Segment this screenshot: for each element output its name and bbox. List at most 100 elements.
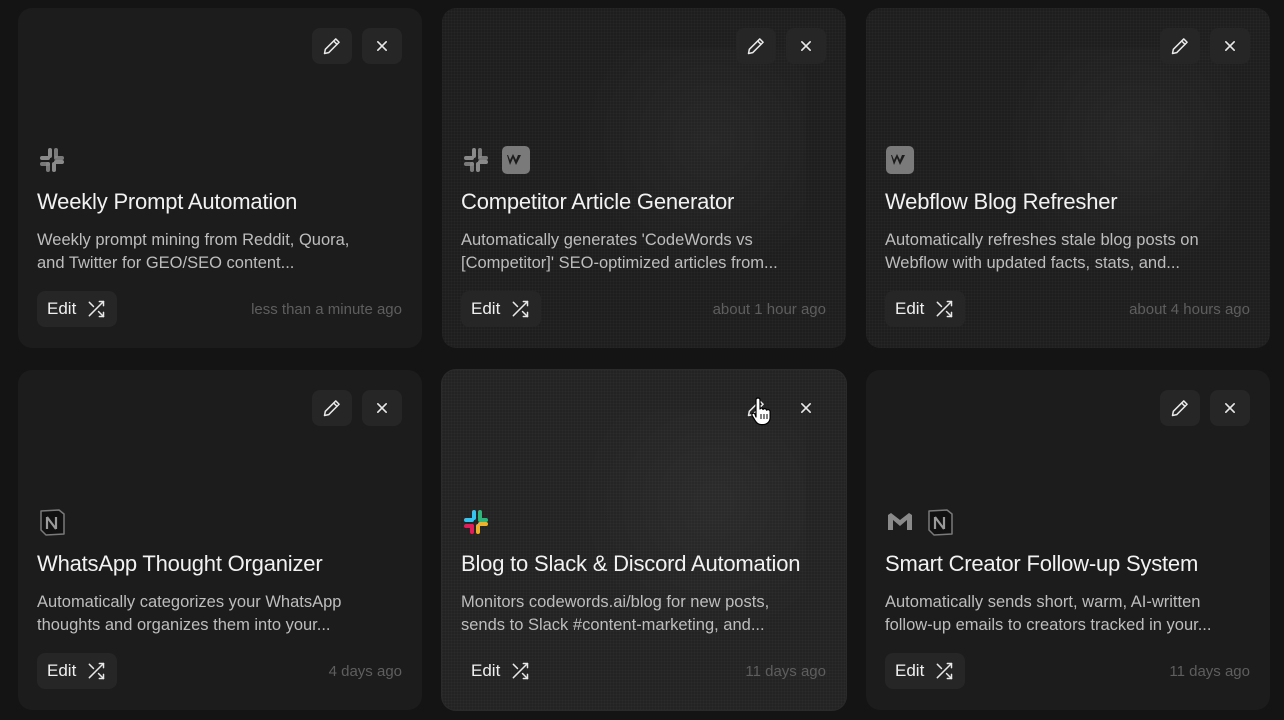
last-updated: about 4 hours ago <box>1129 300 1250 318</box>
card-title: Blog to Slack & Discord Automation <box>461 551 801 576</box>
card-actions <box>736 390 826 426</box>
pencil-icon <box>323 400 340 417</box>
card-description: Monitors codewords.ai/blog for new posts… <box>461 591 806 637</box>
card-actions <box>1160 28 1250 64</box>
card-title: WhatsApp Thought Organizer <box>37 551 323 576</box>
integration-logos <box>885 506 955 538</box>
pencil-icon <box>1171 38 1188 55</box>
edit-button[interactable]: Edit <box>461 653 541 689</box>
rename-button[interactable] <box>1160 28 1200 64</box>
delete-button[interactable] <box>1210 390 1250 426</box>
description-line: thoughts and organizes them into your... <box>37 616 331 634</box>
description-line: Monitors codewords.ai/blog for new posts… <box>461 593 770 611</box>
card-title: Weekly Prompt Automation <box>37 189 298 214</box>
description-line: Automatically categorizes your WhatsApp <box>37 593 342 611</box>
description-line: Automatically generates 'CodeWords vs <box>461 231 753 249</box>
automation-card[interactable]: Weekly Prompt Automation Weekly prompt m… <box>18 8 422 348</box>
notion-icon <box>37 507 67 537</box>
edit-label: Edit <box>895 661 925 680</box>
rename-button[interactable] <box>1160 390 1200 426</box>
shuffle-icon <box>512 300 529 318</box>
integration-logos <box>37 506 67 538</box>
last-updated: 11 days ago <box>745 662 826 680</box>
description-line: Automatically refreshes stale blog posts… <box>885 231 1199 249</box>
card-footer: Edit 4 days ago <box>37 653 402 689</box>
edit-label: Edit <box>471 299 501 318</box>
close-icon <box>1225 41 1235 52</box>
edit-label: Edit <box>47 299 77 318</box>
shuffle-icon <box>512 662 529 680</box>
automation-card[interactable]: Webflow Blog Refresher Automatically ref… <box>866 8 1270 348</box>
description-line: follow-up emails to creators tracked in … <box>885 616 1212 634</box>
pencil-icon <box>1171 400 1188 417</box>
automation-card[interactable]: Smart Creator Follow-up System Automatic… <box>866 370 1270 710</box>
description-line: [Competitor]' SEO-optimized articles fro… <box>461 254 778 272</box>
description-line: Weekly prompt mining from Reddit, Quora, <box>37 231 350 249</box>
card-description: Automatically refreshes stale blog posts… <box>885 229 1230 275</box>
card-description: Automatically generates 'CodeWords vs [C… <box>461 229 806 275</box>
card-actions <box>736 28 826 64</box>
edit-button[interactable]: Edit <box>461 291 542 327</box>
card-footer: Edit 11 days ago <box>461 653 826 689</box>
rename-button[interactable] <box>312 28 352 64</box>
slack-color-icon <box>461 507 491 537</box>
shuffle-icon <box>88 300 105 318</box>
card-description: Automatically sends short, warm, AI-writ… <box>885 591 1230 637</box>
card-actions <box>312 390 402 426</box>
description-line: Automatically sends short, warm, AI-writ… <box>885 593 1201 611</box>
edit-label: Edit <box>47 661 77 680</box>
delete-button[interactable] <box>786 28 826 64</box>
card-footer: Edit less than a minute ago <box>37 291 402 327</box>
card-title: Smart Creator Follow-up System <box>885 551 1199 576</box>
automation-grid: Weekly Prompt Automation Weekly prompt m… <box>18 8 1270 710</box>
delete-button[interactable] <box>786 390 826 426</box>
card-actions <box>312 28 402 64</box>
shuffle-icon <box>88 662 105 680</box>
last-updated: less than a minute ago <box>251 300 402 318</box>
slack-mono-icon <box>461 145 491 175</box>
close-icon <box>377 403 387 413</box>
description-line: and Twitter for GEO/SEO content... <box>37 254 295 272</box>
pencil-icon <box>323 38 340 55</box>
last-updated: 11 days ago <box>1169 662 1250 680</box>
webflow-icon <box>501 145 531 175</box>
edit-label: Edit <box>895 299 925 318</box>
delete-button[interactable] <box>362 390 402 426</box>
slack-mono-icon <box>37 145 67 175</box>
automation-card[interactable]: Competitor Article Generator Automatical… <box>442 8 846 348</box>
card-footer: Edit about 4 hours ago <box>885 291 1250 327</box>
close-icon <box>377 41 387 52</box>
edit-button[interactable]: Edit <box>885 291 966 327</box>
shuffle-icon <box>936 662 953 680</box>
delete-button[interactable] <box>1210 28 1250 64</box>
rename-button[interactable] <box>312 390 352 426</box>
card-description: Automatically categorizes your WhatsApp … <box>37 591 382 637</box>
automation-card[interactable]: WhatsApp Thought Organizer Automatically… <box>18 370 422 710</box>
last-updated: 4 days ago <box>328 662 402 680</box>
close-icon <box>801 403 811 413</box>
webflow-icon <box>885 145 915 175</box>
card-title: Competitor Article Generator <box>461 189 735 214</box>
edit-button[interactable]: Edit <box>37 653 118 689</box>
gmail-mono-icon <box>885 507 915 537</box>
integration-logos <box>461 144 531 176</box>
rename-button[interactable] <box>736 28 776 64</box>
integration-logos <box>885 144 915 176</box>
integration-logos <box>37 144 67 176</box>
card-description: Weekly prompt mining from Reddit, Quora,… <box>37 229 382 275</box>
close-icon <box>1225 403 1235 413</box>
card-title: Webflow Blog Refresher <box>885 189 1118 214</box>
close-icon <box>801 41 811 52</box>
delete-button[interactable] <box>362 28 402 64</box>
integration-logos <box>461 506 491 538</box>
shuffle-icon <box>936 300 953 318</box>
pencil-icon <box>747 38 764 55</box>
edit-button[interactable]: Edit <box>37 291 118 327</box>
description-line: sends to Slack #content-marketing, and..… <box>461 616 765 634</box>
card-footer: Edit 11 days ago <box>885 653 1250 689</box>
card-actions <box>1160 390 1250 426</box>
hand-cursor-icon <box>751 397 771 426</box>
automation-card[interactable]: Blog to Slack & Discord Automation Monit… <box>442 370 846 710</box>
notion-icon <box>925 507 955 537</box>
edit-button[interactable]: Edit <box>885 653 966 689</box>
